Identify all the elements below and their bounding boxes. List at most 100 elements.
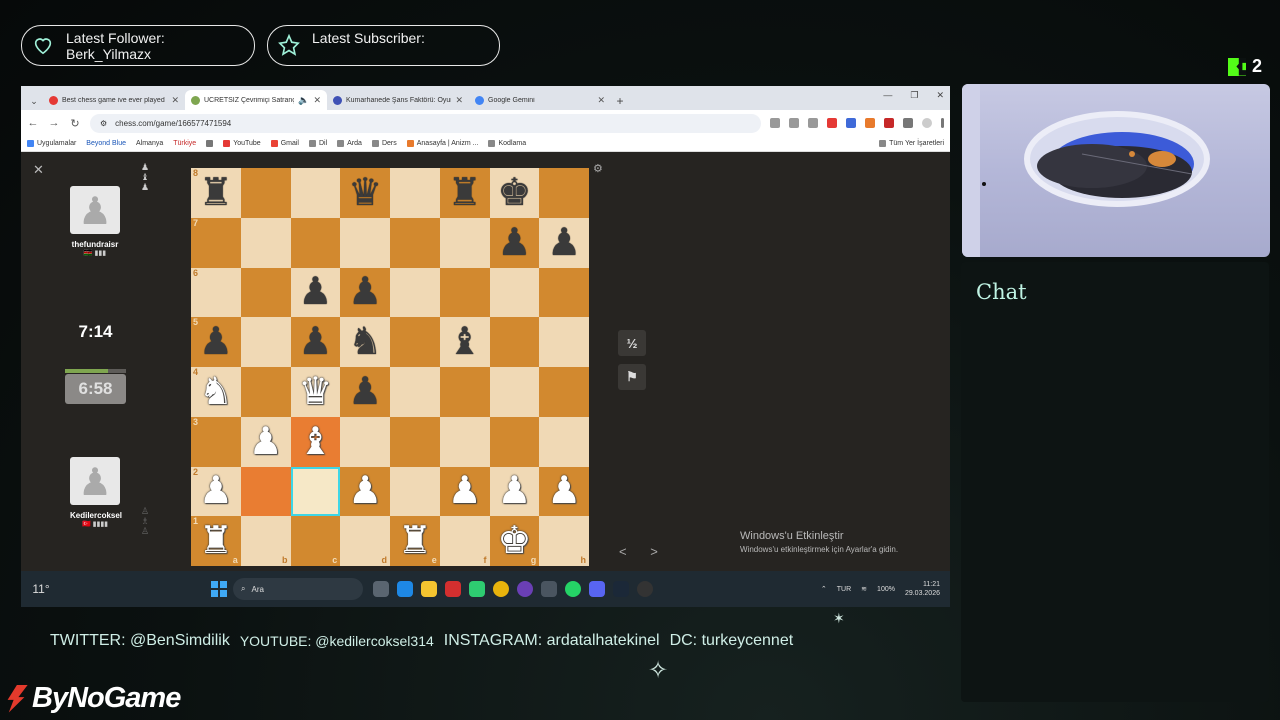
url-field[interactable]: ⚙ chess.com/game/166577471594 <box>90 113 761 133</box>
black-knight-piece[interactable]: ♞ <box>348 323 382 361</box>
move-nav-arrows[interactable]: < > <box>619 544 668 559</box>
offer-draw-button[interactable]: ½ <box>618 330 646 356</box>
white-pawn-piece[interactable]: ♟ <box>348 472 382 510</box>
white-rook-piece[interactable]: ♜ <box>398 522 432 560</box>
black-pawn-piece[interactable]: ♟ <box>298 323 332 361</box>
square-a2[interactable]: 2 ♟ <box>191 466 241 517</box>
tray-chevron-icon[interactable]: ⌃ <box>821 585 827 593</box>
square-a3[interactable]: 3 <box>191 416 241 467</box>
square-e3[interactable] <box>390 416 440 467</box>
white-rook-piece[interactable]: ♜ <box>199 522 233 560</box>
bookmark-gmail[interactable]: Gmail <box>270 140 299 147</box>
player-avatar[interactable]: ♟ <box>70 457 120 505</box>
square-c7[interactable] <box>290 217 341 268</box>
site-info-icon[interactable]: ⚙ <box>100 119 107 128</box>
square-d1[interactable]: d <box>340 516 390 566</box>
bookmark-anizm[interactable]: Anasayfa | Anizm ... <box>406 140 478 147</box>
square-d6[interactable]: ♟ <box>340 267 390 318</box>
square-f1[interactable]: f <box>439 516 490 566</box>
extension-blue-icon[interactable] <box>846 118 856 128</box>
forward-icon[interactable]: → <box>48 117 60 129</box>
battery-label[interactable]: 100% <box>877 586 895 593</box>
square-h6[interactable] <box>539 267 589 318</box>
extensions-puzzle-icon[interactable] <box>903 118 913 128</box>
square-g8[interactable]: ♚ <box>489 168 540 218</box>
square-e8[interactable] <box>390 168 440 218</box>
tab-chess[interactable]: ÜCRETSIZ Çevrimiçi Satranç 🔈 ✕ <box>185 90 327 110</box>
bookmark-turkiye[interactable]: Türkiye <box>173 140 196 147</box>
square-a7[interactable]: 7 <box>191 217 241 268</box>
black-pawn-piece[interactable]: ♟ <box>497 224 531 262</box>
mute-tab-icon[interactable]: 🔈 <box>298 95 309 106</box>
square-c2[interactable] <box>290 466 341 517</box>
wifi-icon[interactable]: ≋ <box>861 585 867 593</box>
bookmark-apps[interactable]: Uygulamalar <box>27 140 76 147</box>
board-settings-icon[interactable]: ⚙ <box>593 162 603 175</box>
square-e4[interactable] <box>390 367 440 417</box>
square-a5[interactable]: 5 ♟ <box>191 317 241 367</box>
discord-icon[interactable] <box>589 581 605 597</box>
edge-icon[interactable] <box>397 581 413 597</box>
square-h3[interactable] <box>539 416 589 467</box>
obs-icon[interactable] <box>637 581 653 597</box>
square-h2[interactable]: ♟ <box>539 466 589 517</box>
opponent-name[interactable]: thefundraisr <box>70 240 120 249</box>
square-c6[interactable]: ♟ <box>290 267 341 318</box>
square-b6[interactable] <box>240 267 291 318</box>
bookmark-almanya[interactable]: Almanya <box>136 140 163 147</box>
square-e7[interactable] <box>390 217 440 268</box>
square-d2[interactable]: ♟ <box>340 466 390 517</box>
weather-widget[interactable]: 11° <box>21 582 61 596</box>
square-f5[interactable]: ♝ <box>439 317 490 367</box>
square-c1[interactable]: c <box>290 516 341 566</box>
close-panel-icon[interactable]: ✕ <box>33 162 44 178</box>
square-g3[interactable] <box>489 416 540 467</box>
black-rook-piece[interactable]: ♜ <box>448 174 482 212</box>
white-pawn-piece[interactable]: ♟ <box>249 423 283 461</box>
square-a6[interactable]: 6 <box>191 267 241 318</box>
square-f4[interactable] <box>439 367 490 417</box>
close-tab-icon[interactable]: ✕ <box>597 95 605 106</box>
black-king-piece[interactable]: ♚ <box>497 174 531 212</box>
close-window-icon[interactable]: ✕ <box>936 90 944 101</box>
square-f8[interactable]: ♜ <box>439 168 490 218</box>
file-explorer-icon[interactable] <box>421 581 437 597</box>
black-pawn-piece[interactable]: ♟ <box>348 373 382 411</box>
square-c5[interactable]: ♟ <box>290 317 341 367</box>
opponent-avatar[interactable]: ♟ <box>70 186 120 234</box>
square-f2[interactable]: ♟ <box>439 466 490 517</box>
translate-icon[interactable] <box>789 118 799 128</box>
tab-youtube[interactable]: Best chess game ive ever played ✕ <box>43 90 185 110</box>
white-pawn-piece[interactable]: ♟ <box>199 472 233 510</box>
minimize-icon[interactable]: — <box>883 90 892 101</box>
chess-board[interactable]: 8 ♜ ♛ ♜ ♚ 7 ♟ ♟ 6 ♟ ♟ 5 ♟ ♟ ♞ ♝ 4 ♞ ♛ ♟ 3 ♟ ♝ 2 ♟ ♟ ♟ ♟ ♟ 1 a ♜ b c d e ♜ f g ♚… <box>191 168 589 566</box>
close-tab-icon[interactable]: ✕ <box>171 95 179 106</box>
square-h7[interactable]: ♟ <box>539 217 589 268</box>
square-c4[interactable]: ♛ <box>290 367 341 417</box>
reload-icon[interactable]: ↻ <box>69 117 81 130</box>
player-name[interactable]: Kedilercoksel <box>70 511 122 520</box>
square-f3[interactable] <box>439 416 490 467</box>
all-bookmarks[interactable]: Tüm Yer İşaretleri <box>879 140 944 147</box>
opera-icon[interactable] <box>445 581 461 597</box>
square-b5[interactable] <box>240 317 291 367</box>
whatsapp-icon[interactable] <box>565 581 581 597</box>
new-tab-button[interactable]: + <box>611 92 629 110</box>
steam-icon[interactable] <box>613 581 629 597</box>
extension-red-icon[interactable] <box>827 118 837 128</box>
square-b3[interactable]: ♟ <box>240 416 291 467</box>
chat-app-icon[interactable] <box>469 581 485 597</box>
chrome-icon[interactable] <box>493 581 509 597</box>
square-b4[interactable] <box>240 367 291 417</box>
black-bishop-piece[interactable]: ♝ <box>448 323 482 361</box>
back-icon[interactable]: ← <box>27 117 39 129</box>
app-icon[interactable] <box>517 581 533 597</box>
bookmark-youtube[interactable]: YouTube <box>223 140 261 147</box>
square-g7[interactable]: ♟ <box>489 217 540 268</box>
bookmark-dil[interactable]: Dil <box>308 140 327 147</box>
tab-casino[interactable]: Kumarhanede Şans Faktörü: Oyun ✕ <box>327 90 469 110</box>
square-f6[interactable] <box>439 267 490 318</box>
square-a8[interactable]: 8 ♜ <box>191 168 241 218</box>
bookmark-kodlama[interactable]: Kodlama <box>488 140 526 147</box>
tab-search-icon[interactable]: ⌄ <box>25 92 43 110</box>
